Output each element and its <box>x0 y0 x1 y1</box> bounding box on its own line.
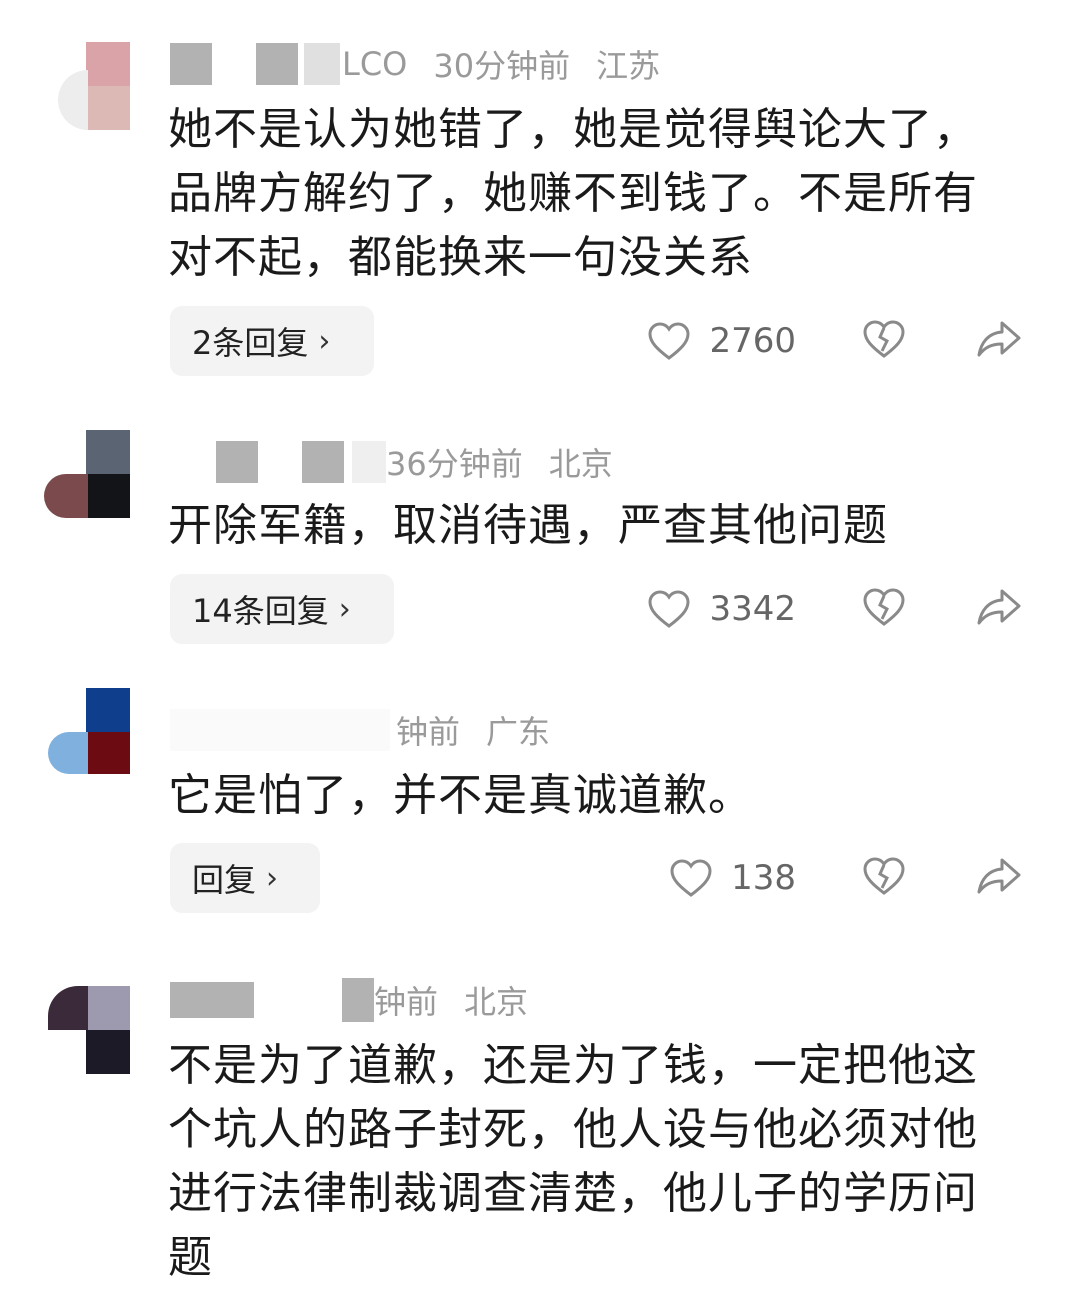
view-replies-label: 回复 <box>192 861 257 899</box>
username-redacted <box>212 982 254 1018</box>
comment-meta: 钟前 广东 <box>170 708 550 752</box>
username[interactable]: LCO <box>342 45 407 83</box>
share-button[interactable] <box>976 587 1022 631</box>
broken-heart-icon <box>863 320 905 358</box>
like-count: 138 <box>731 858 796 898</box>
comment-text: 不是为了道歉，还是为了钱，一定把他这个坑人的路子封死，他人设与他必须对他进行法律… <box>168 1040 978 1283</box>
username-redacted <box>170 43 212 85</box>
username-redacted <box>170 982 212 1018</box>
view-replies-button[interactable]: 2条回复 › <box>170 306 374 376</box>
view-replies-label: 14条回复 <box>192 592 329 630</box>
broken-heart-icon <box>863 588 905 626</box>
dislike-button[interactable] <box>862 856 906 900</box>
comment-location: 北京 <box>548 445 613 483</box>
comment-time: 30分钟前 <box>433 47 571 85</box>
avatar[interactable] <box>44 688 130 778</box>
comment-location: 北京 <box>464 983 529 1021</box>
username-redacted <box>304 43 340 85</box>
avatar[interactable] <box>44 430 130 520</box>
chevron-right-icon: › <box>318 323 331 359</box>
comment-time: 36分钟前 <box>386 445 523 483</box>
share-button[interactable] <box>976 856 1022 900</box>
heart-outline-icon <box>648 322 690 360</box>
avatar[interactable] <box>44 986 130 1076</box>
share-button[interactable] <box>976 319 1022 363</box>
like-button[interactable]: 3342 <box>647 589 796 629</box>
like-count: 3342 <box>709 589 796 629</box>
like-button[interactable]: 2760 <box>647 321 796 361</box>
share-arrow-icon <box>977 589 1021 625</box>
chevron-right-icon: › <box>338 591 351 627</box>
comment-text: 开除军籍，取消待遇，严查其他问题 <box>168 500 888 551</box>
comment-location: 广东 <box>486 713 551 751</box>
share-arrow-icon <box>977 858 1021 894</box>
chevron-right-icon: › <box>266 860 279 896</box>
comment-time: 钟前 <box>396 713 461 751</box>
share-arrow-icon <box>977 321 1021 357</box>
dislike-button[interactable] <box>862 587 906 631</box>
broken-heart-icon <box>863 857 905 895</box>
comment-actions: 138 <box>669 843 1022 913</box>
like-count: 2760 <box>709 321 796 361</box>
username-redacted <box>256 43 298 85</box>
dislike-button[interactable] <box>862 319 906 363</box>
username-redacted <box>216 441 258 483</box>
comment-actions: 3342 <box>647 574 1022 644</box>
heart-outline-icon <box>670 859 712 897</box>
view-replies-label: 2条回复 <box>192 324 309 362</box>
comment-text: 她不是认为她错了，她是觉得舆论大了，品牌方解约了，她赚不到钱了。不是所有对不起，… <box>168 104 978 283</box>
comment-text: 它是怕了，并不是真诚道歉。 <box>168 770 753 821</box>
comment-meta: 钟前 北京 <box>170 978 528 1022</box>
heart-outline-icon <box>648 590 690 628</box>
username-redacted <box>342 978 374 1022</box>
comment-location: 江苏 <box>596 47 661 85</box>
comment-actions: 2760 <box>647 306 1022 376</box>
comment-time: 钟前 <box>374 983 439 1021</box>
username-redacted <box>170 709 390 751</box>
view-replies-button[interactable]: 14条回复 › <box>170 574 394 644</box>
comment-meta: 36分钟前 北京 <box>170 440 613 484</box>
comment-meta: LCO 30分钟前 江苏 <box>170 42 660 86</box>
username-redacted <box>302 441 344 483</box>
like-button[interactable]: 138 <box>669 858 796 898</box>
avatar[interactable] <box>44 42 130 132</box>
view-replies-button[interactable]: 回复 › <box>170 843 320 913</box>
username-redacted <box>352 441 386 483</box>
